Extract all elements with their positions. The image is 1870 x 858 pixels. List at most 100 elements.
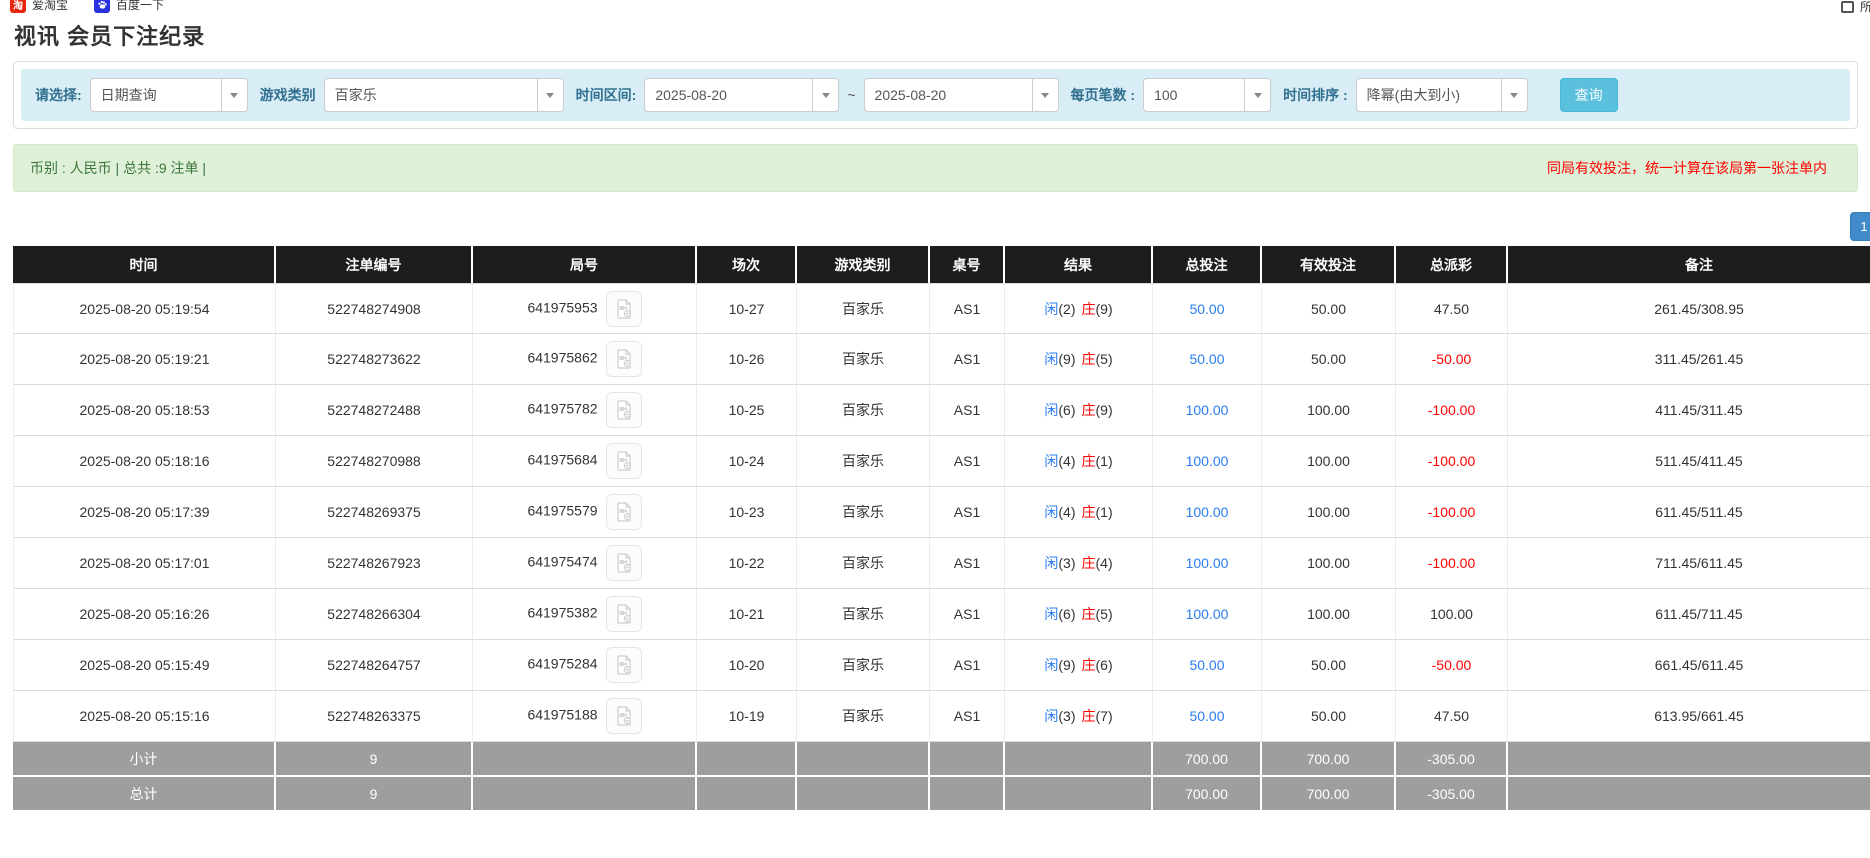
round-cell: 641975684 [473,436,697,487]
banker-score: (6) [1096,657,1113,673]
col-valid-bet: 有效投注 [1262,246,1396,283]
col-session: 场次 [697,246,797,283]
player-label: 闲 [1044,453,1058,469]
total-bet-link[interactable]: 100.00 [1153,385,1262,436]
video-icon[interactable] [606,443,642,479]
note: 411.45/311.45 [1508,385,1870,436]
round-number: 641975188 [527,707,597,723]
total-bet-link[interactable]: 100.00 [1153,436,1262,487]
date-to-select[interactable]: 2025-08-20 [864,78,1059,112]
total-bet-link[interactable]: 50.00 [1153,334,1262,385]
table-id: AS1 [930,589,1005,640]
session: 10-20 [697,640,797,691]
valid-bet: 100.00 [1262,589,1396,640]
table-row: 2025-08-20 05:19:54 522748274908 6419759… [13,283,1870,334]
banker-label: 庄 [1082,402,1096,418]
total-bet-link[interactable]: 100.00 [1153,487,1262,538]
banker-label: 庄 [1082,657,1096,673]
round-cell: 641975284 [473,640,697,691]
col-game-type: 游戏类别 [797,246,930,283]
video-icon[interactable] [606,698,642,734]
video-icon[interactable] [606,596,642,632]
table-row: 2025-08-20 05:18:53 522748272488 6419757… [13,385,1870,436]
player-score: (2) [1058,301,1075,317]
bet-time: 2025-08-20 05:18:16 [13,436,276,487]
bet-time: 2025-08-20 05:17:39 [13,487,276,538]
search-button[interactable]: 查询 [1560,78,1618,112]
total-bet-link[interactable]: 50.00 [1153,640,1262,691]
session: 10-23 [697,487,797,538]
banker-label: 庄 [1082,301,1096,317]
round-cell: 641975188 [473,691,697,742]
subtotal-payout: -305.00 [1396,742,1508,777]
bookmark-taobao[interactable]: 淘 爱淘宝 [10,0,68,13]
video-icon[interactable] [606,545,642,581]
result-cell: 闲(9)庄(6) [1005,640,1153,691]
total-bet-link[interactable]: 50.00 [1153,691,1262,742]
total-bet-link[interactable]: 50.00 [1153,283,1262,334]
bet-time: 2025-08-20 05:18:53 [13,385,276,436]
bet-time: 2025-08-20 05:19:21 [13,334,276,385]
session: 10-24 [697,436,797,487]
bet-time: 2025-08-20 05:15:49 [13,640,276,691]
valid-bet: 50.00 [1262,283,1396,334]
round-number: 641975382 [527,605,597,621]
date-from-select[interactable]: 2025-08-20 [644,78,839,112]
video-icon[interactable] [606,341,642,377]
player-label: 闲 [1044,555,1058,571]
result-cell: 闲(9)庄(5) [1005,334,1153,385]
banker-score: (5) [1096,351,1113,367]
bookmark-baidu[interactable]: 百度一下 [94,0,164,13]
sort-select[interactable]: 降幂(由大到小) [1356,78,1528,112]
total-bet-link[interactable]: 100.00 [1153,538,1262,589]
valid-bet: 100.00 [1262,487,1396,538]
query-type-label: 请选择: [35,85,82,105]
game-type-select[interactable]: 百家乐 [324,78,564,112]
table-id: AS1 [930,640,1005,691]
banker-label: 庄 [1082,606,1096,622]
video-icon[interactable] [606,647,642,683]
filter-panel: 请选择: 日期查询 游戏类别 百家乐 时间区间: 2025-08-20 ~ 20… [13,61,1858,129]
all-bookmarks[interactable]: 所有 [1841,0,1870,15]
banker-label: 庄 [1082,453,1096,469]
bet-number: 522748270988 [276,436,473,487]
page-1-button[interactable]: 1 [1850,212,1870,241]
subtotal-valid-bet: 700.00 [1262,742,1396,777]
valid-bet: 50.00 [1262,334,1396,385]
page-size-label: 每页笔数 : [1071,85,1136,105]
table-id: AS1 [930,691,1005,742]
banker-label: 庄 [1082,555,1096,571]
player-label: 闲 [1044,351,1058,367]
date-range-label: 时间区间: [576,85,637,105]
session: 10-25 [697,385,797,436]
note: 311.45/261.45 [1508,334,1870,385]
bet-number: 522748272488 [276,385,473,436]
query-type-select[interactable]: 日期查询 [90,78,248,112]
chevron-down-icon [1032,79,1058,111]
round-number: 641975284 [527,656,597,672]
col-note: 备注 [1508,246,1870,283]
subtotal-count: 9 [276,742,473,777]
player-score: (4) [1058,453,1075,469]
total-bet-link[interactable]: 100.00 [1153,589,1262,640]
chevron-down-icon [812,79,838,111]
round-cell: 641975782 [473,385,697,436]
payout: -100.00 [1396,487,1508,538]
game-type-label: 游戏类别 [260,85,316,105]
chevron-down-icon [221,79,247,111]
summary-notice: 同局有效投注，统一计算在该局第一张注单内 [1547,158,1827,178]
payout: -100.00 [1396,538,1508,589]
result-cell: 闲(3)庄(4) [1005,538,1153,589]
chevron-down-icon [1501,79,1527,111]
folder-icon [1841,1,1854,13]
video-icon[interactable] [606,392,642,428]
game-type: 百家乐 [797,385,930,436]
round-number: 641975953 [527,299,597,315]
video-icon[interactable] [606,291,642,327]
page-size-select[interactable]: 100 [1143,78,1271,112]
result-cell: 闲(6)庄(9) [1005,385,1153,436]
result-cell: 闲(4)庄(1) [1005,436,1153,487]
note: 511.45/411.45 [1508,436,1870,487]
round-number: 641975862 [527,350,597,366]
video-icon[interactable] [606,494,642,530]
